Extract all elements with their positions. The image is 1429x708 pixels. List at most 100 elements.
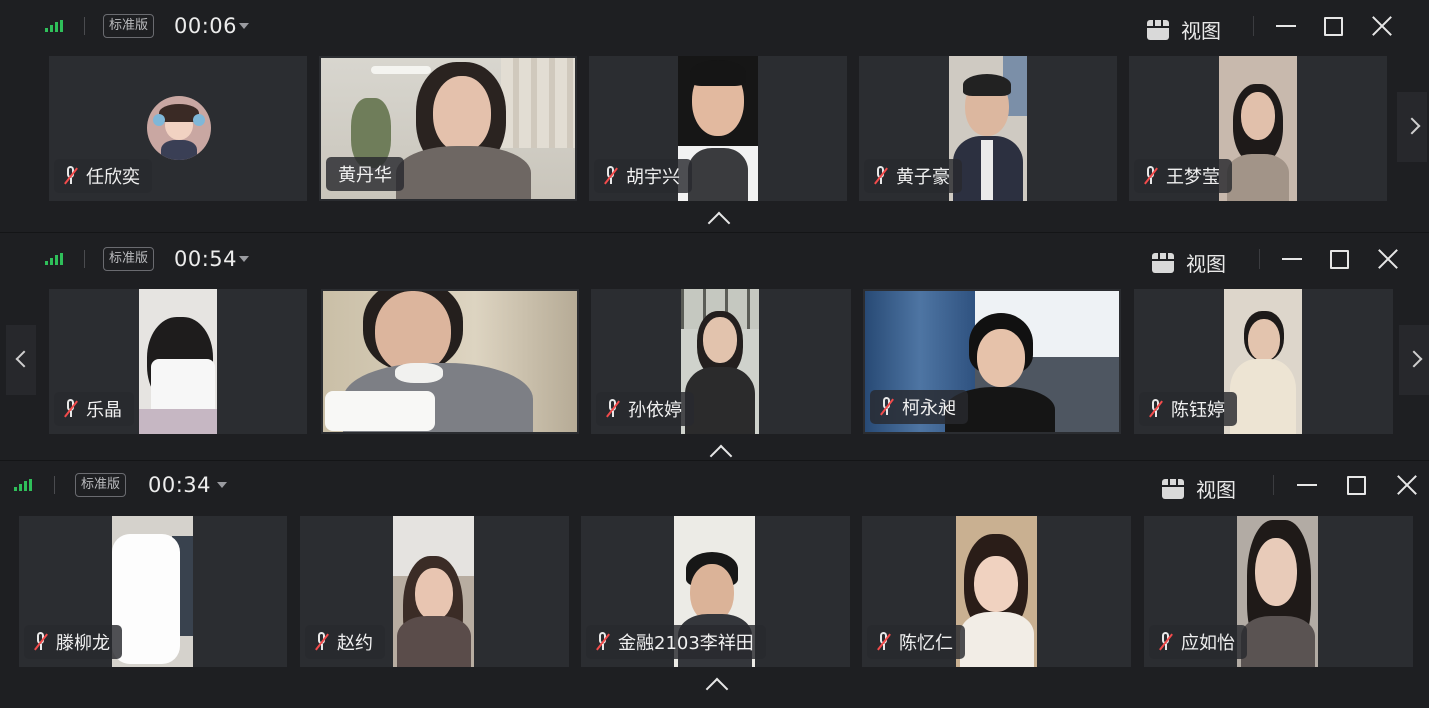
mic-muted-icon [877,632,891,652]
video-tile[interactable]: 柯永昶 [863,289,1121,434]
meeting-window-3: 标准版 00:34 视图 滕柳龙 赵约 金融2103李祥田 陈忆仁 应如怡 [0,460,1429,708]
avatar [147,96,211,160]
video-tile[interactable]: 滕柳龙 [19,516,287,667]
meeting-window-1: 标准版 00:06 视图 任欣奕 黄丹华 胡宇兴 黄子豪 王梦莹 [0,0,1429,235]
close-icon[interactable] [1371,15,1393,37]
participant-label: 孙依婷 [596,392,694,426]
timer-dropdown-icon[interactable] [217,482,227,488]
video-tile[interactable]: 孙依婷 [591,289,851,434]
view-button[interactable]: 视图 [1152,248,1226,277]
title-bar[interactable]: 标准版 00:06 视图 [0,0,1429,52]
participant-name: 黄子豪 [896,167,950,188]
divider [1253,16,1254,36]
participant-name: 胡宇兴 [626,167,680,188]
video-feed [393,516,474,667]
meeting-window-2: 标准版 00:54 视图 乐晶 孙依婷 柯永昶 陈钰婷 [0,232,1429,468]
video-feed [1237,516,1318,667]
video-feed [323,291,577,432]
participant-label: 金融2103李祥田 [586,625,766,659]
video-tile[interactable]: 乐晶 [49,289,307,434]
participant-name: 滕柳龙 [56,633,110,654]
edition-badge: 标准版 [75,473,127,497]
close-icon[interactable] [1377,248,1399,270]
video-tile[interactable]: 王梦莹 [1129,56,1387,201]
minimize-icon[interactable] [1275,15,1297,37]
video-tile[interactable]: 应如怡 [1144,516,1413,667]
signal-icon [45,20,63,32]
video-tile[interactable]: 陈忆仁 [862,516,1131,667]
edition-badge: 标准版 [103,247,155,271]
view-button[interactable]: 视图 [1162,474,1236,503]
participant-name: 孙依婷 [628,400,682,421]
divider [1259,249,1260,269]
close-icon[interactable] [1396,474,1418,496]
participant-name: 应如怡 [1181,633,1235,654]
participant-label: 乐晶 [54,392,134,426]
minimize-icon[interactable] [1281,248,1303,270]
participant-label: 王梦莹 [1134,159,1232,193]
participant-name: 赵约 [337,633,373,654]
prev-page-arrow[interactable] [6,325,36,395]
video-tile[interactable] [321,289,579,434]
meeting-timer: 00:06 [174,14,238,38]
video-tile[interactable]: 赵约 [300,516,569,667]
divider [1273,475,1274,495]
mic-muted-icon [1144,166,1158,186]
next-page-arrow[interactable] [1399,325,1429,395]
participant-name: 陈钰婷 [1171,400,1225,421]
participant-name: 任欣奕 [86,167,140,188]
mic-muted-icon [1149,399,1163,419]
view-label: 视图 [1196,478,1236,502]
timer-dropdown-icon[interactable] [239,256,249,262]
participant-label: 任欣奕 [54,159,152,193]
video-tile[interactable]: 胡宇兴 [589,56,847,201]
view-button[interactable]: 视图 [1147,15,1221,44]
mic-muted-icon [596,632,610,652]
meeting-timer: 00:34 [148,473,212,497]
participant-name: 金融2103李祥田 [618,633,754,654]
signal-icon [45,253,63,265]
participant-label: 柯永昶 [870,390,968,424]
participant-label: 陈钰婷 [1139,392,1237,426]
video-tile[interactable]: 陈钰婷 [1134,289,1393,434]
participant-label: 滕柳龙 [24,625,122,659]
mic-muted-icon [315,632,329,652]
next-page-arrow[interactable] [1397,92,1427,162]
title-bar[interactable]: 标准版 00:34 视图 [0,461,1429,513]
mic-muted-icon [606,399,620,419]
maximize-icon[interactable] [1328,248,1350,270]
timer-dropdown-icon[interactable] [239,23,249,29]
view-label: 视图 [1186,252,1226,276]
participant-label: 胡宇兴 [594,159,692,193]
video-feed [139,289,217,434]
collapse-chevron-icon[interactable] [705,677,729,701]
mic-muted-icon [1159,632,1173,652]
video-tile[interactable]: 任欣奕 [49,56,307,201]
mic-muted-icon [880,397,894,417]
video-tile[interactable]: 黄丹华 [319,56,577,201]
video-tile[interactable]: 黄子豪 [859,56,1117,201]
grid-view-icon [1162,478,1184,499]
signal-icon [14,479,32,491]
view-label: 视图 [1181,19,1221,43]
participant-name: 黄丹华 [338,165,392,186]
divider [84,17,85,35]
mic-muted-icon [604,166,618,186]
participant-label: 陈忆仁 [867,625,965,659]
maximize-icon[interactable] [1322,15,1344,37]
video-tile[interactable]: 金融2103李祥田 [581,516,850,667]
participant-label: 赵约 [305,625,385,659]
participant-label: 应如怡 [1149,625,1247,659]
participant-label: 黄丹华 [326,157,404,191]
divider [54,476,55,494]
collapse-chevron-icon[interactable] [707,211,731,235]
participant-label: 黄子豪 [864,159,962,193]
edition-badge: 标准版 [103,14,155,38]
divider [84,250,85,268]
mic-muted-icon [64,399,78,419]
participant-name: 乐晶 [86,400,122,421]
maximize-icon[interactable] [1345,474,1367,496]
minimize-icon[interactable] [1296,474,1318,496]
title-bar[interactable]: 标准版 00:54 视图 [0,233,1429,285]
video-feed [112,516,193,667]
